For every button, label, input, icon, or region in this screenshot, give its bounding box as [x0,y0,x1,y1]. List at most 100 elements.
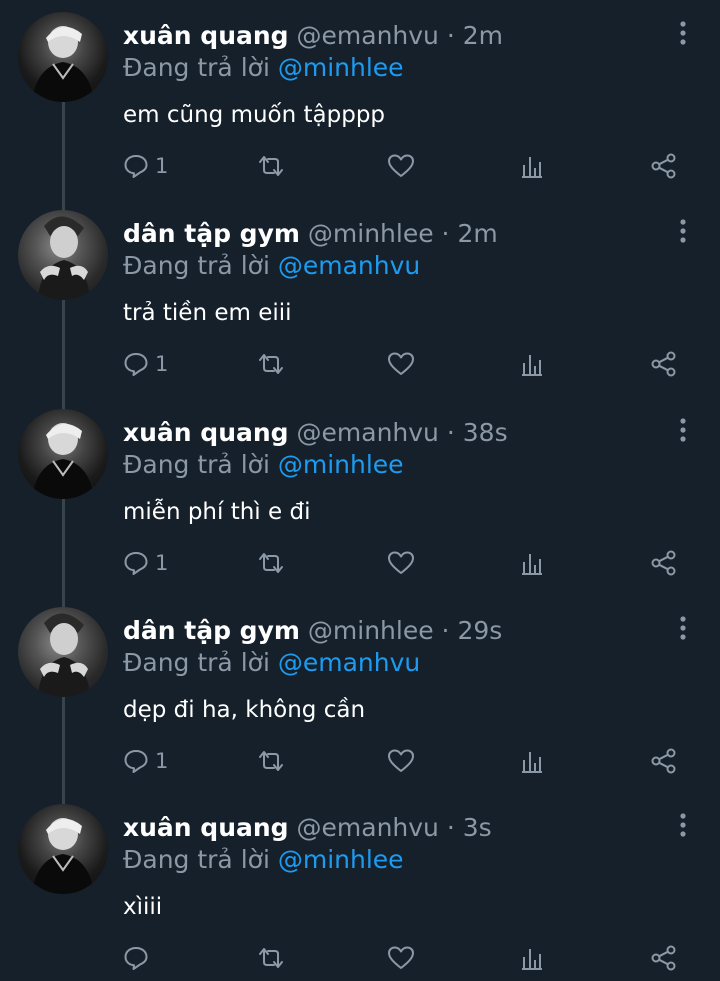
like-button[interactable] [387,938,415,978]
tweet-text: em cũng muốn tậpppp [123,102,386,128]
tweet[interactable]: dân tập gym @minhlee · 29s Đang trả lời … [0,595,720,792]
share-icon [650,944,678,972]
tweet[interactable]: xuân quang @emanhvu · 38s Đang trả lời @… [0,397,720,594]
separator-dot: · [441,616,450,645]
user-handle[interactable]: @minhlee [308,616,434,645]
share-button[interactable] [650,938,678,978]
more-options-icon[interactable] [672,20,694,46]
reply-icon [123,153,149,179]
separator-dot: · [446,813,455,842]
display-name[interactable]: xuân quang [123,418,289,447]
like-button[interactable] [387,344,415,384]
replying-prefix: Đang trả lời [123,251,270,280]
reply-count: 1 [155,352,169,376]
timestamp[interactable]: 29s [457,616,502,645]
replying-to: Đang trả lời @minhlee [123,449,404,481]
display-name[interactable]: xuân quang [123,813,289,842]
user-handle[interactable]: @minhlee [308,219,434,248]
retweet-button[interactable] [256,344,286,384]
share-button[interactable] [650,543,678,583]
reply-icon [123,945,149,971]
analytics-icon [519,351,545,377]
avatar[interactable] [18,12,108,102]
analytics-button[interactable] [519,938,545,978]
reply-button[interactable]: 1 [123,344,168,384]
like-button[interactable] [387,543,415,583]
avatar[interactable] [18,804,108,894]
more-options-icon[interactable] [672,812,694,838]
replying-to: Đang trả lời @emanhvu [123,250,420,282]
timestamp[interactable]: 3s [463,813,492,842]
replying-prefix: Đang trả lời [123,53,270,82]
like-icon [387,351,415,377]
mention-link[interactable]: @emanhvu [278,251,420,280]
tweet[interactable]: dân tập gym @minhlee · 2m Đang trả lời @… [0,198,720,395]
reply-button[interactable] [123,938,155,978]
tweet-actions: 1 [0,543,720,583]
like-button[interactable] [387,146,415,186]
tweet-thread: xuân quang @emanhvu · 2m Đang trả lời @m… [0,0,720,981]
separator-dot: · [446,21,455,50]
retweet-icon [256,748,286,774]
replying-prefix: Đang trả lời [123,648,270,677]
replying-prefix: Đang trả lời [123,845,270,874]
analytics-icon [519,153,545,179]
reply-count: 1 [155,551,169,575]
display-name[interactable]: dân tập gym [123,219,300,248]
tweet-actions: 1 [0,344,720,384]
retweet-button[interactable] [256,543,286,583]
reply-button[interactable]: 1 [123,741,168,781]
mention-link[interactable]: @minhlee [278,450,404,479]
analytics-icon [519,550,545,576]
reply-button[interactable]: 1 [123,146,168,186]
analytics-button[interactable] [519,543,545,583]
retweet-icon [256,351,286,377]
timestamp[interactable]: 2m [457,219,497,248]
like-icon [387,748,415,774]
analytics-button[interactable] [519,741,545,781]
analytics-icon [519,748,545,774]
tweet[interactable]: xuân quang @emanhvu · 2m Đang trả lời @m… [0,0,720,197]
display-name[interactable]: dân tập gym [123,616,300,645]
timestamp[interactable]: 2m [463,21,503,50]
tweet-header: xuân quang @emanhvu · 3s [123,812,492,844]
user-handle[interactable]: @emanhvu [297,418,439,447]
tweet-header: dân tập gym @minhlee · 2m [123,218,498,250]
replying-to: Đang trả lời @minhlee [123,52,404,84]
share-button[interactable] [650,146,678,186]
display-name[interactable]: xuân quang [123,21,289,50]
reply-count: 1 [155,749,169,773]
mention-link[interactable]: @emanhvu [278,648,420,677]
analytics-button[interactable] [519,344,545,384]
tweet-actions: 1 [0,146,720,186]
like-button[interactable] [387,741,415,781]
retweet-icon [256,945,286,971]
share-icon [650,152,678,180]
retweet-button[interactable] [256,741,286,781]
replying-prefix: Đang trả lời [123,450,270,479]
timestamp[interactable]: 38s [463,418,508,447]
reply-button[interactable]: 1 [123,543,168,583]
share-icon [650,747,678,775]
separator-dot: · [446,418,455,447]
avatar[interactable] [18,409,108,499]
reply-icon [123,748,149,774]
analytics-icon [519,945,545,971]
retweet-button[interactable] [256,938,286,978]
analytics-button[interactable] [519,146,545,186]
avatar[interactable] [18,607,108,697]
tweet[interactable]: xuân quang @emanhvu · 3s Đang trả lời @m… [0,792,720,981]
mention-link[interactable]: @minhlee [278,53,404,82]
reply-icon [123,550,149,576]
retweet-button[interactable] [256,146,286,186]
mention-link[interactable]: @minhlee [278,845,404,874]
more-options-icon[interactable] [672,615,694,641]
more-options-icon[interactable] [672,218,694,244]
user-handle[interactable]: @emanhvu [297,21,439,50]
share-button[interactable] [650,741,678,781]
avatar[interactable] [18,210,108,300]
more-options-icon[interactable] [672,417,694,443]
tweet-header: dân tập gym @minhlee · 29s [123,615,502,647]
share-button[interactable] [650,344,678,384]
user-handle[interactable]: @emanhvu [297,813,439,842]
